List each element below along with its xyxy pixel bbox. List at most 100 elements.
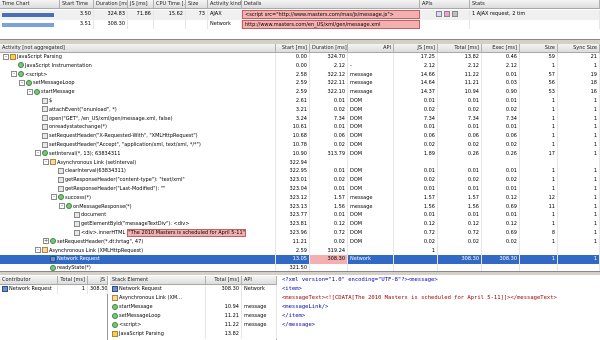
collapse-icon[interactable]: -: [35, 150, 41, 157]
activity-cell: 0.01: [482, 167, 520, 177]
column-header[interactable]: Start [ms]: [276, 44, 310, 53]
collapse-icon[interactable]: -: [51, 194, 57, 201]
column-header[interactable]: Time Chart: [0, 0, 60, 9]
column-header[interactable]: Details: [242, 0, 420, 9]
column-header[interactable]: API: [348, 44, 394, 53]
tree-row[interactable]: - Asynchronous Link (XMLHttpRequest) 2.59 3…: [0, 246, 600, 256]
column-header[interactable]: APIs: [420, 0, 470, 9]
collapse-icon[interactable]: -: [11, 71, 17, 78]
activity-cell: 323.13: [276, 202, 310, 212]
column-header[interactable]: Stack Element: [110, 276, 206, 285]
column-header[interactable]: Stats: [470, 0, 600, 9]
column-header[interactable]: JS: [88, 276, 108, 285]
tree-row[interactable]: getResponseHeader("Last-Modified"): "" 32…: [0, 185, 600, 194]
tree-row[interactable]: JavaScript Instrumentation 0.00 2.12-2.12 2…: [0, 61, 600, 71]
tree-row[interactable]: - success(*) 323.12 1.57 message 1.57 1.57 0.12…: [0, 193, 600, 203]
top-header: Time Chart Start Time Duration [ms] JS [ms]…: [0, 0, 600, 9]
column-header[interactable]: JS [ms]: [128, 0, 154, 9]
activity-cell: 319.24: [310, 246, 348, 256]
xml-line: <messageText><![CDATA[The 2010 Masters i…: [282, 295, 557, 301]
tree-row[interactable]: document 323.77 0.01 DOM 0.01 0.01 0.01 1 1: [0, 211, 600, 221]
dom-icon: [58, 167, 64, 174]
tree-label-cell: - JavaScript Parsing: [0, 53, 276, 62]
activity-cell: 323.04: [276, 185, 310, 194]
activity-cell: Network: [348, 255, 394, 265]
tree-row[interactable]: <div>.innerHTML "The 2010 Masters is sche…: [0, 229, 600, 238]
stack-row[interactable]: Asynchronous Link (XM...: [110, 294, 277, 303]
tree-row[interactable]: - setMessageLoop 2.59 322.11 message 14.64 11.…: [0, 79, 600, 89]
column-header[interactable]: Activity [not aggregated]: [0, 44, 276, 53]
tree-row[interactable]: readyState(*) 321.50: [0, 264, 600, 271]
tree-row[interactable]: $2.61 0.01 DOM 0.01 0.01 0.01 1 1: [0, 97, 600, 106]
column-header[interactable]: API: [242, 276, 277, 285]
column-header[interactable]: Start Time: [60, 0, 94, 9]
activity-cell: 1: [558, 149, 600, 159]
activity-cell: -: [348, 61, 394, 71]
tree-row[interactable]: - <script> 2.58 322.12 message 14.66 11.22 0.01…: [0, 70, 600, 80]
function-icon: [42, 150, 48, 157]
tree-row[interactable]: - startMessage 2.59 322.10 message 14.37 10.94…: [0, 88, 600, 98]
tree-row[interactable]: setRequestHeader("Accept", "application/…: [0, 141, 600, 150]
dom-icon: [42, 115, 48, 122]
tree-row[interactable]: + setRequestHeader(*.dt:hrtag", 47) 11.21 0…: [0, 237, 600, 247]
collapse-icon[interactable]: -: [59, 203, 65, 210]
top-row[interactable]: 3.50 324.83 71.86 15.62 73 AJAX <script src="h…: [0, 10, 600, 20]
tree-row[interactable]: - setInterval(*, 13); 63834311 10.90 313.79…: [0, 149, 600, 159]
activity-cell: 11.21: [438, 79, 482, 89]
collapse-icon[interactable]: -: [35, 247, 41, 254]
collapse-icon[interactable]: -: [19, 79, 25, 86]
stack-row[interactable]: setMessageLoop 11.21 message: [110, 312, 277, 321]
tree-label-cell: clearInterval(63834311): [0, 167, 276, 177]
tree-row[interactable]: attachEvent("onunload", *) 3.21 0.02 DOM 0.0…: [0, 105, 600, 115]
tree-row[interactable]: getResponseHeader("content-type"): "text…: [0, 176, 600, 186]
activity-cell: DOM: [348, 149, 394, 159]
tree-row[interactable]: open("GET", /en_US/xml/gen/message.xml, …: [0, 114, 600, 124]
stack-row[interactable]: JavaScript Parsing 13.82: [110, 330, 277, 339]
stack-label: startMessage: [110, 303, 206, 312]
stack-api: Network: [242, 285, 277, 294]
stack-name: startMessage: [119, 304, 153, 310]
tree-row[interactable]: - onMessageResponse(*) 323.13 1.56 message 1.…: [0, 202, 600, 212]
stack-row[interactable]: Network Request 308.30 Network: [110, 285, 277, 294]
activity-cell: 0.12: [438, 220, 482, 230]
tree-row[interactable]: - Asynchronous Link (setInterval) 322.94: [0, 158, 600, 168]
tree-row[interactable]: getElementById("messageTextDiv"): <div> 3…: [0, 220, 600, 230]
tree-row[interactable]: - JavaScript Parsing 0.00 324.70 17.25 13.82 0…: [0, 53, 600, 62]
top-row[interactable]: 3.51 308.30 Network http://www.masters.com/…: [0, 20, 600, 30]
column-header[interactable]: Exec [ms]: [482, 44, 520, 53]
column-header[interactable]: Size: [186, 0, 208, 9]
stack-row[interactable]: startMessage 10.94 message: [110, 303, 277, 312]
tree-row[interactable]: onreadystatechange(*) 10.61 0.01 DOM 0.01 0.0…: [0, 123, 600, 133]
expand-icon[interactable]: +: [43, 238, 49, 245]
contributor-row[interactable]: Network Request 1 308.30: [0, 285, 108, 294]
column-header[interactable]: Contributor: [0, 276, 58, 285]
tree-row[interactable]: clearInterval(63834311) 322.95 0.01 DOM 0.01…: [0, 167, 600, 177]
api-swatch-icon: [444, 10, 450, 17]
column-header[interactable]: Size: [520, 44, 558, 53]
activity-cell: 0.69: [482, 202, 520, 212]
tree-label-cell: JavaScript Instrumentation: [0, 61, 276, 71]
activity-cell: [520, 158, 558, 168]
dom-icon: [42, 123, 48, 130]
stack-row[interactable]: <script> 11.22 message: [110, 321, 277, 330]
tree-row[interactable]: Network Request 13.05 308.30 Network 308.30 3…: [0, 255, 600, 265]
column-header[interactable]: Activity kind: [208, 0, 242, 9]
collapse-icon[interactable]: -: [43, 159, 49, 166]
column-header[interactable]: Total [ms]: [58, 276, 88, 285]
activity-cell: 11.22: [438, 70, 482, 80]
column-header[interactable]: Duration [ms]: [94, 0, 128, 9]
column-header[interactable]: Sync Size: [558, 44, 600, 53]
column-header[interactable]: Duration [ms]: [310, 44, 348, 53]
activity-cell: [348, 246, 394, 256]
contributor-panel: Contributor Total [ms] JS Network Request 1…: [0, 276, 108, 340]
function-icon: [112, 303, 118, 310]
collapse-icon[interactable]: -: [27, 88, 33, 95]
column-header[interactable]: JS [ms]: [394, 44, 438, 53]
column-header[interactable]: Total [ms]: [206, 276, 242, 285]
tree-row[interactable]: setRequestHeader("X-Requested-With", "XM…: [0, 132, 600, 142]
collapse-icon[interactable]: -: [3, 53, 9, 60]
splitter-bottom[interactable]: [0, 272, 600, 275]
column-header[interactable]: Total [ms]: [438, 44, 482, 53]
column-header[interactable]: CPU Time [...]: [154, 0, 186, 9]
stack-total: 13.82: [206, 330, 242, 339]
